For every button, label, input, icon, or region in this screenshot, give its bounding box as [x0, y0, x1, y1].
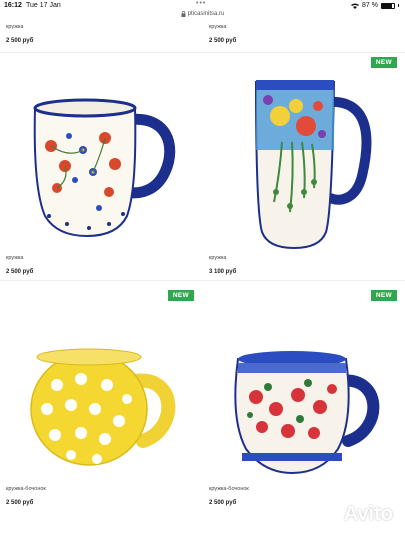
product-card-4[interactable]: NEW кружка 3 100 руб	[203, 55, 401, 277]
product-card-5[interactable]: NEW кружка-бочонок 2 500 руб	[0, 284, 198, 524]
avito-logo-icon	[318, 506, 337, 524]
multitask-dots-icon[interactable]: •••	[196, 0, 206, 7]
product-image[interactable]	[0, 306, 198, 482]
product-label: кружка-бочонок	[6, 486, 46, 492]
url-text: pticasinitsa.ru	[187, 11, 225, 17]
row-divider	[0, 280, 405, 281]
product-card-1[interactable]: кружка 2 500 руб	[0, 20, 198, 50]
product-price: 2 500 руб	[209, 500, 237, 506]
product-image[interactable]	[203, 306, 401, 482]
avito-watermark: Avito	[318, 503, 393, 526]
product-price: 2 500 руб	[6, 500, 34, 506]
new-badge: NEW	[167, 290, 194, 301]
battery-percent: 87 %	[362, 2, 378, 9]
new-badge: NEW	[370, 290, 397, 301]
product-label: кружка-бочонок	[209, 486, 249, 492]
product-price: 3 100 руб	[209, 269, 237, 275]
status-time: 16:12	[4, 2, 22, 9]
status-date: Tue 17 Jan	[26, 2, 61, 9]
product-label: кружка	[209, 24, 227, 30]
product-image[interactable]	[0, 63, 198, 253]
wifi-icon	[351, 3, 360, 9]
strawberry-barrel-mug-illustration	[234, 351, 380, 475]
battery-icon	[381, 2, 395, 9]
product-label: кружка	[209, 255, 227, 261]
tall-floral-mug-illustration	[254, 80, 372, 250]
product-card-3[interactable]: кружка 2 500 руб	[0, 55, 198, 277]
product-price: 2 500 руб	[6, 38, 34, 44]
floral-mug-illustration	[33, 98, 176, 238]
product-image[interactable]	[203, 71, 401, 253]
product-card-2[interactable]: кружка 2 500 руб	[203, 20, 401, 50]
lock-icon	[181, 11, 186, 17]
watermark-text: Avito	[343, 503, 393, 525]
new-badge: NEW	[370, 57, 397, 68]
status-indicators: 87 %	[351, 2, 399, 9]
address-bar[interactable]: pticasinitsa.ru	[0, 9, 405, 19]
product-label: кружка	[6, 255, 24, 261]
product-card-6[interactable]: NEW кружка-бочонок 2 500 руб	[203, 284, 401, 524]
product-label: кружка	[6, 24, 24, 30]
battery-tip	[398, 4, 399, 7]
row-divider	[0, 52, 405, 53]
product-price: 2 500 руб	[209, 38, 237, 44]
yellow-barrel-mug-illustration	[30, 348, 176, 466]
product-price: 2 500 руб	[6, 269, 34, 275]
